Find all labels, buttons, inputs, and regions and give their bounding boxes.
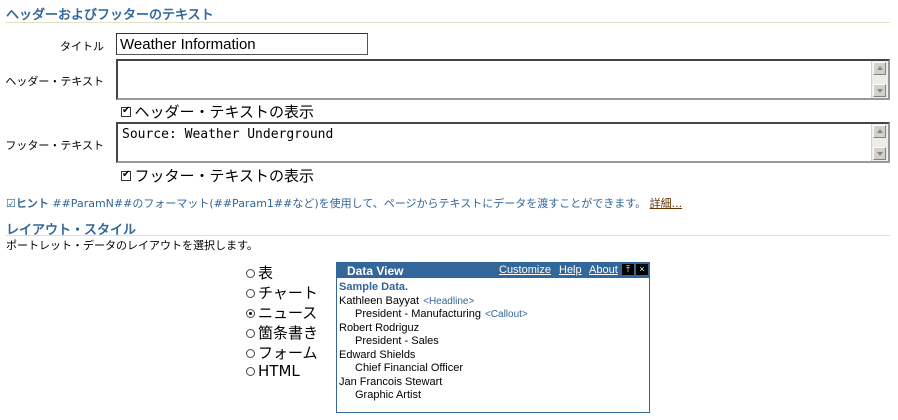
list-item: Robert Rodriguz bbox=[339, 321, 420, 334]
layout-option-chart[interactable]: チャート bbox=[246, 282, 318, 302]
section-divider bbox=[6, 235, 890, 236]
hint-prefix: ヒント bbox=[15, 197, 49, 210]
hint-check-icon: ☑ bbox=[6, 197, 16, 210]
hint-text: ##ParamN##のフォーマット(##Param1##など)を使用して、ページ… bbox=[52, 197, 647, 210]
list-item: Kathleen Bayyat <Headline> bbox=[339, 294, 475, 307]
show-header-label: ヘッダー・テキストの表示 bbox=[134, 103, 315, 121]
list-item: President - Manufacturing <Callout> bbox=[355, 308, 528, 320]
callout-tag: <Callout> bbox=[484, 309, 528, 320]
scroll-down-button[interactable] bbox=[873, 84, 886, 97]
scroll-up-button[interactable] bbox=[873, 125, 886, 138]
arrow-up-icon bbox=[877, 129, 883, 133]
option-label: ニュース bbox=[258, 304, 318, 322]
radio-button[interactable] bbox=[246, 329, 255, 338]
layout-option-news[interactable]: ニュース bbox=[246, 302, 318, 322]
title-label: タイトル bbox=[60, 40, 104, 53]
footer-text-scrollbar[interactable] bbox=[871, 124, 888, 161]
show-footer-label: フッター・テキストの表示 bbox=[134, 167, 315, 185]
header-footer-section-title: ヘッダーおよびフッターのテキスト bbox=[6, 8, 214, 23]
option-label: 表 bbox=[258, 264, 274, 282]
header-text-area[interactable] bbox=[116, 59, 890, 100]
arrow-down-icon bbox=[877, 89, 883, 93]
radio-button[interactable] bbox=[246, 289, 255, 298]
layout-option-form[interactable]: フォーム bbox=[246, 342, 318, 362]
section-divider bbox=[6, 22, 890, 23]
scroll-up-button[interactable] bbox=[873, 62, 886, 75]
header-text-scrollbar[interactable] bbox=[871, 61, 888, 98]
hint-more-link[interactable]: 詳細... bbox=[650, 197, 683, 210]
data-view-preview: Data View Customize Help About ⤒ × Sampl… bbox=[336, 262, 650, 413]
headline-tag: <Headline> bbox=[423, 295, 475, 307]
arrow-down-icon bbox=[877, 152, 883, 156]
layout-style-options: 表 チャート ニュース 箇条書き フォーム HTML bbox=[246, 262, 318, 382]
footer-text-label: フッター・テキスト bbox=[5, 139, 104, 152]
show-header-checkbox[interactable] bbox=[121, 105, 131, 117]
show-footer-option[interactable]: フッター・テキストの表示 bbox=[121, 165, 314, 186]
help-link[interactable]: Help bbox=[559, 264, 582, 276]
option-label: 箇条書き bbox=[258, 324, 319, 342]
layout-option-bullets[interactable]: 箇条書き bbox=[246, 322, 318, 342]
option-label: チャート bbox=[258, 284, 318, 302]
radio-button[interactable] bbox=[246, 269, 255, 278]
option-label: HTML bbox=[258, 362, 300, 380]
sample-data-label: Sample Data. bbox=[339, 281, 409, 293]
list-item: Chief Financial Officer bbox=[355, 362, 464, 374]
list-item: Jan Francois Stewart bbox=[339, 375, 443, 388]
close-icon[interactable]: × bbox=[636, 264, 648, 275]
header-text-label: ヘッダー・テキスト bbox=[5, 75, 104, 88]
pin-icon[interactable]: ⤒ bbox=[622, 264, 634, 275]
about-link[interactable]: About bbox=[589, 264, 618, 276]
radio-button-selected[interactable] bbox=[246, 309, 255, 318]
list-item: Edward Shields bbox=[339, 348, 416, 361]
radio-button[interactable] bbox=[246, 367, 255, 376]
hint-line: ☑ヒント ##ParamN##のフォーマット(##Param1##など)を使用し… bbox=[6, 195, 682, 211]
data-view-header: Data View Customize Help About ⤒ × bbox=[337, 263, 649, 278]
data-view-title: Data View bbox=[347, 264, 404, 278]
customize-link[interactable]: Customize bbox=[499, 264, 551, 276]
scroll-down-button[interactable] bbox=[873, 147, 886, 160]
title-input[interactable]: Weather Information bbox=[116, 33, 368, 55]
layout-option-html[interactable]: HTML bbox=[246, 362, 318, 382]
layout-description: ポートレット・データのレイアウトを選択します。 bbox=[6, 239, 258, 252]
footer-text-area[interactable]: Source: Weather Underground bbox=[116, 122, 890, 163]
radio-button[interactable] bbox=[246, 349, 255, 358]
show-footer-checkbox[interactable] bbox=[121, 169, 131, 181]
show-header-option[interactable]: ヘッダー・テキストの表示 bbox=[121, 101, 314, 122]
footer-text-value: Source: Weather Underground bbox=[122, 127, 334, 142]
list-item: President - Sales bbox=[355, 335, 439, 347]
list-item: Graphic Artist bbox=[355, 389, 422, 401]
arrow-up-icon bbox=[877, 66, 883, 70]
data-view-body: Sample Data. Kathleen Bayyat <Headline> P… bbox=[339, 281, 528, 403]
layout-option-table[interactable]: 表 bbox=[246, 262, 318, 282]
option-label: フォーム bbox=[258, 344, 318, 362]
